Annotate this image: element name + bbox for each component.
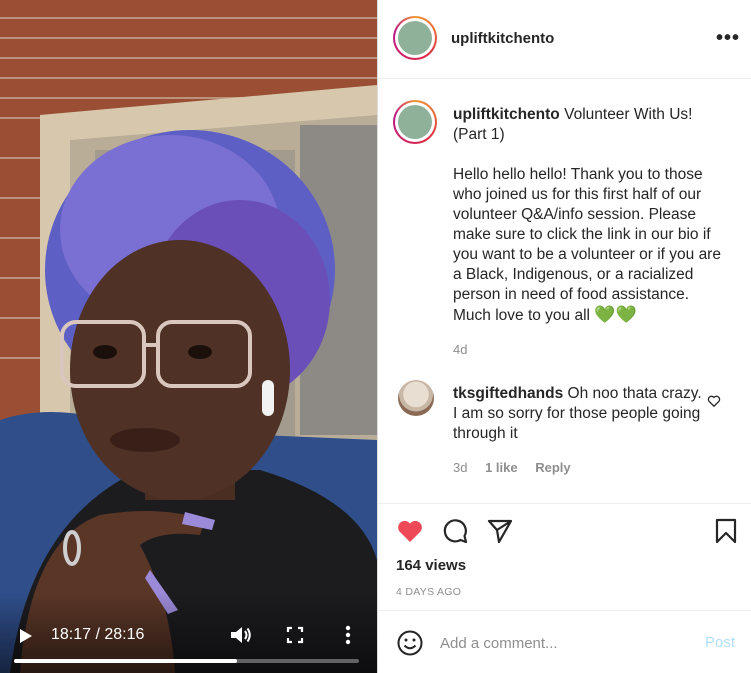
post-actions [378, 505, 751, 555]
caption-timestamp[interactable]: 4d [453, 342, 467, 357]
fullscreen-icon[interactable] [285, 624, 305, 646]
reply-button[interactable]: Reply [535, 460, 570, 475]
caption-username[interactable]: upliftkitchento [453, 106, 560, 123]
green-heart-emoji: 💚💚 [594, 305, 637, 324]
video-frame [0, 0, 377, 673]
play-icon[interactable] [14, 625, 36, 647]
comment-username[interactable]: tksgiftedhands [453, 385, 563, 402]
post-caption: upliftkitchento Volunteer With Us! (Part… [453, 105, 728, 326]
save-bookmark-icon[interactable] [712, 517, 740, 545]
video-progress-bar[interactable] [14, 659, 359, 663]
brand-logo-icon [398, 105, 432, 139]
comment: tksgiftedhands Oh noo thata crazy. I am … [453, 384, 703, 444]
video-player[interactable]: 18:17 / 28:16 [0, 0, 377, 673]
video-controls: 18:17 / 28:16 [0, 593, 377, 673]
comment-meta: 3d 1 like Reply [453, 460, 585, 475]
comment-like-heart-icon[interactable] [707, 394, 721, 408]
comment-likes[interactable]: 1 like [485, 460, 518, 475]
post-date[interactable]: 4 DAYS AGO [396, 586, 461, 598]
emoji-smiley-icon[interactable] [396, 629, 424, 657]
post-comment-button[interactable]: Post [705, 634, 735, 651]
more-vertical-icon[interactable] [340, 624, 356, 646]
comment-timestamp[interactable]: 3d [453, 460, 467, 475]
comment-input[interactable] [440, 631, 690, 655]
add-comment-bar: Post [378, 610, 751, 673]
share-paper-plane-icon[interactable] [486, 517, 514, 545]
header-username[interactable]: upliftkitchento [451, 30, 554, 47]
post-header: upliftkitchento ••• [378, 0, 751, 79]
comment-bubble-icon[interactable] [441, 517, 469, 545]
video-time: 18:17 / 28:16 [51, 626, 145, 643]
brand-logo-icon [398, 21, 432, 55]
like-heart-icon[interactable] [396, 517, 424, 545]
more-options-icon[interactable]: ••• [716, 28, 740, 48]
avatar[interactable] [393, 16, 437, 60]
post-side-panel: upliftkitchento ••• upliftkitchento Volu… [377, 0, 751, 673]
video-progress-fill [14, 659, 237, 663]
view-count[interactable]: 164 views [396, 557, 466, 574]
caption-body: Hello hello hello! Thank you to those wh… [453, 166, 726, 324]
caption-avatar[interactable] [393, 100, 437, 144]
comments-section: upliftkitchento Volunteer With Us! (Part… [378, 80, 751, 504]
commenter-avatar[interactable] [398, 380, 434, 416]
volume-icon[interactable] [229, 624, 253, 646]
